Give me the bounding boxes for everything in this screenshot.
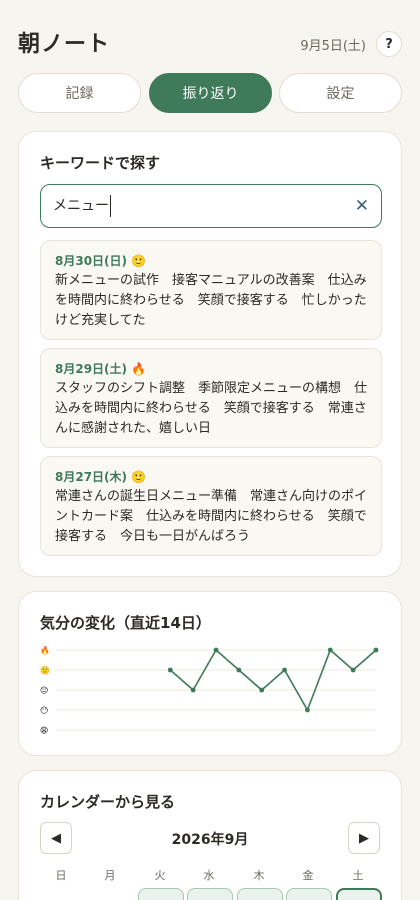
mood-point: [236, 667, 242, 673]
search-result-item[interactable]: 8月30日(日) 🙂 新メニューの試作 接客マニュアルの改善案 仕込みを時間内に…: [40, 240, 382, 340]
result-text: スタッフのシフト調整 季節限定メニューの構想 仕込みを時間内に終わらせる 笑顔で…: [55, 381, 368, 436]
app-title: 朝ノート: [18, 32, 111, 57]
calendar-day[interactable]: [187, 888, 233, 900]
calendar-day-today[interactable]: [336, 888, 382, 900]
y-tick-label: 🔥: [40, 645, 50, 655]
mood-icon: 🙂: [131, 254, 147, 268]
current-date: 9月5日(土): [300, 39, 366, 54]
weekday-label: 木: [253, 869, 265, 882]
mood-point: [327, 647, 333, 653]
month-label: 2026年9月: [171, 832, 249, 848]
close-icon[interactable]: ✕: [355, 196, 369, 216]
triangle-right-icon: ▶: [359, 830, 369, 846]
tab-settings[interactable]: 設定: [279, 73, 402, 113]
mood-icon: 🔥: [131, 362, 147, 376]
y-tick-label: 😩: [40, 726, 48, 735]
tab-review[interactable]: 振り返り: [149, 73, 272, 113]
search-card: キーワードで探す メニュー ✕ 8月30日(日) 🙂 新メニューの試作 接客マニ…: [18, 131, 402, 577]
weekday-label: 日: [55, 869, 67, 882]
mood-point: [305, 707, 310, 713]
search-field[interactable]: メニュー ✕: [40, 184, 382, 228]
search-result-item[interactable]: 8月27日(木) 🙂 常連さんの誕生日メニュー準備 常連さん向けのポイントカード…: [40, 456, 382, 556]
tab-bar: 記録 振り返り 設定: [18, 73, 402, 113]
calendar-card: カレンダーから見る ◀ 2026年9月 ▶ 日 月 火 水 木 金 土: [18, 770, 402, 900]
help-button[interactable]: ?: [376, 31, 402, 57]
calendar-day[interactable]: [138, 888, 184, 900]
tab-record[interactable]: 記録: [18, 73, 141, 113]
search-title: キーワードで探す: [40, 154, 161, 172]
weekday-label: 月: [104, 869, 116, 882]
calendar-title: カレンダーから見る: [40, 793, 176, 811]
result-date: 8月30日(日) 🙂: [55, 254, 147, 268]
mood-point: [350, 667, 356, 673]
mood-point: [167, 667, 173, 673]
y-tick-label: 😐: [40, 686, 48, 695]
app-header: 朝ノート 9月5日(土) ?: [18, 24, 402, 64]
mood-chart-card: 気分の変化（直近14日） 🔥 🙂 😐 😶 😩: [18, 591, 402, 756]
mood-point: [259, 687, 265, 693]
mood-line-chart: 🔥 🙂 😐 😶 😩: [40, 645, 379, 735]
search-result-item[interactable]: 8月29日(土) 🔥 スタッフのシフト調整 季節限定メニューの構想 仕込みを時間…: [40, 348, 382, 448]
result-text: 常連さんの誕生日メニュー準備 常連さん向けのポイントカード案 仕込みを時間内に終…: [55, 489, 368, 544]
y-tick-label: 🙂: [40, 666, 50, 675]
mood-series-line: [169, 648, 377, 712]
calendar-day[interactable]: [237, 888, 283, 900]
calendar-day[interactable]: [286, 888, 332, 900]
result-date: 8月27日(木) 🙂: [55, 470, 147, 484]
mood-icon: 🙂: [131, 470, 147, 484]
mood-point: [213, 647, 219, 653]
weekday-label: 土: [352, 869, 364, 882]
mood-chart-title: 気分の変化（直近14日）: [40, 614, 211, 632]
y-tick-label: 😶: [40, 706, 48, 715]
mood-point: [373, 647, 379, 653]
next-month-button[interactable]: ▶: [348, 822, 380, 854]
weekday-label: 金: [302, 869, 314, 882]
weekday-label: 水: [203, 869, 215, 882]
mood-point: [282, 667, 287, 673]
result-text: 新メニューの試作 接客マニュアルの改善案 仕込みを時間内に終わらせる 笑顔で接客…: [55, 273, 367, 328]
result-date: 8月29日(土) 🔥: [55, 362, 147, 376]
search-input[interactable]: メニュー: [53, 195, 111, 217]
weekday-label: 火: [154, 869, 166, 882]
mood-point: [190, 687, 196, 693]
